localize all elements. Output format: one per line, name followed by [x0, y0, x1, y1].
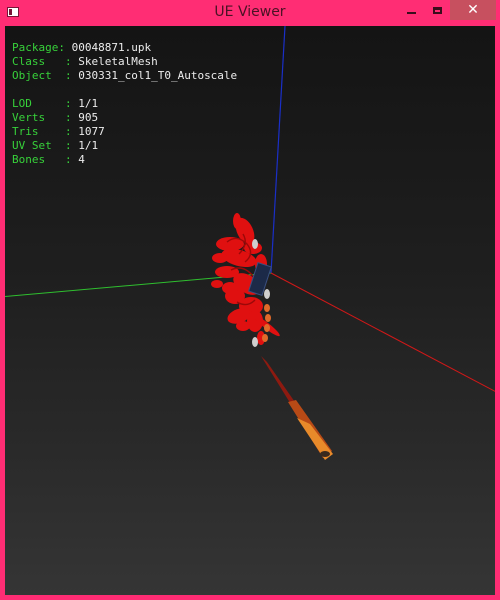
close-icon: ✕: [467, 2, 479, 18]
hud-package-row: Package: 00048871.upk: [12, 41, 237, 55]
hud-label: Object :: [12, 69, 79, 82]
hud-spacer: [12, 83, 237, 97]
hud-value: 1/1: [78, 139, 99, 152]
minimize-icon: [406, 12, 416, 14]
z-axis-line: [270, 26, 286, 274]
hud-value: SkeletalMesh: [78, 55, 158, 68]
hud-label: LOD :: [12, 97, 79, 110]
hud-value: 1077: [78, 125, 105, 138]
hud-bones-row: Bones : 4: [12, 153, 237, 167]
x-axis-line: [270, 272, 495, 392]
mesh-mass: [211, 213, 280, 345]
hud-label: Class :: [12, 55, 79, 68]
hud-value: 905: [78, 111, 99, 124]
hud-value: 1/1: [78, 97, 99, 110]
hud-object-row: Object : 030331_col1_T0_Autoscale: [12, 69, 237, 83]
hud-lod-row: LOD : 1/1: [12, 97, 237, 111]
hud-verts-row: Verts : 905: [12, 111, 237, 125]
hud-label: Bones :: [12, 153, 79, 166]
mesh-bone-joint: [252, 337, 258, 347]
mesh-bone-joint: [252, 239, 258, 249]
maximize-icon: [432, 6, 442, 14]
hud-value: 4: [78, 153, 85, 166]
hud-uvset-row: UV Set : 1/1: [12, 139, 237, 153]
3d-viewport[interactable]: Package: 00048871.upk Class : SkeletalMe…: [5, 26, 495, 595]
hud-label: UV Set :: [12, 139, 79, 152]
hud-label: Package:: [12, 41, 72, 54]
close-button[interactable]: ✕: [450, 0, 496, 20]
minimize-button[interactable]: [398, 0, 424, 20]
hud-value: 030331_col1_T0_Autoscale: [78, 69, 238, 82]
mesh-bone-joint: [264, 289, 270, 299]
app-window: UE Viewer ✕ Package: 00048871.upk Class …: [0, 0, 500, 600]
mesh-tip-cap: [320, 451, 330, 457]
title-bar[interactable]: UE Viewer ✕: [0, 0, 500, 26]
hud-label: Verts :: [12, 111, 79, 124]
hud-value: 00048871.upk: [71, 41, 152, 54]
maximize-button[interactable]: [424, 0, 450, 20]
hud-class-row: Class : SkeletalMesh: [12, 55, 237, 69]
hud-label: Tris :: [12, 125, 79, 138]
mesh-info-overlay: Package: 00048871.upk Class : SkeletalMe…: [12, 41, 237, 167]
hud-tris-row: Tris : 1077: [12, 125, 237, 139]
